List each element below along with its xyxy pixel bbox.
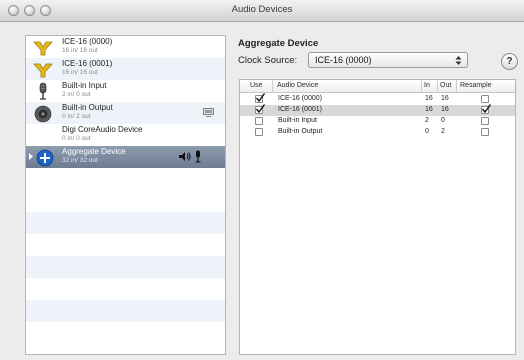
device-name: Aggregate Device [62, 147, 126, 156]
out-count: 16 [441, 106, 449, 113]
column-divider [456, 80, 457, 93]
table-row[interactable]: Built-in Output 0 2 [240, 127, 515, 138]
audio-device-name: ICE-16 (0001) [278, 106, 322, 113]
device-io-count: 2 in/ 0 out [62, 91, 91, 98]
column-header-resample[interactable]: Resample [460, 82, 492, 89]
default-output-speaker-icon [179, 152, 191, 161]
column-header-out[interactable]: Out [440, 82, 451, 89]
out-count: 2 [441, 128, 445, 135]
microphone-icon [39, 82, 47, 100]
in-count: 16 [425, 106, 433, 113]
device-name: Built-in Output [62, 103, 113, 112]
device-row-digi-coreaudio[interactable]: Digi CoreAudio Device 0 in/ 0 out [26, 124, 225, 146]
list-stripe [26, 256, 225, 278]
checkmark-icon [481, 104, 491, 114]
device-io-count: 16 in/ 16 out [62, 47, 98, 54]
in-count: 0 [425, 128, 429, 135]
out-count: 0 [441, 117, 445, 124]
device-row-ice16-0000[interactable]: ICE-16 (0000) 16 in/ 16 out [26, 36, 225, 58]
column-divider [437, 80, 438, 93]
device-io-count: 16 in/ 16 out [62, 69, 98, 76]
resample-checkbox[interactable] [481, 95, 489, 103]
use-checkbox[interactable] [255, 104, 265, 114]
column-divider [421, 80, 422, 93]
in-count: 16 [425, 95, 433, 102]
device-row-ice16-0001[interactable]: ICE-16 (0001) 16 in/ 16 out [26, 58, 225, 80]
column-header-in[interactable]: In [424, 82, 430, 89]
table-header: Use Audio Device In Out Resample [240, 80, 515, 93]
use-checkbox[interactable] [255, 117, 263, 125]
use-checkbox[interactable] [255, 93, 265, 103]
resample-checkbox[interactable] [481, 117, 489, 125]
audio-device-name: Built-in Output [278, 128, 323, 135]
device-list[interactable]: ICE-16 (0000) 16 in/ 16 out ICE-16 (0001… [25, 35, 226, 355]
column-divider [272, 80, 273, 93]
use-checkbox[interactable] [255, 128, 263, 136]
device-name: ICE-16 (0000) [62, 37, 113, 46]
audio-device-name: ICE-16 (0000) [278, 95, 322, 102]
device-row-builtin-input[interactable]: Built-in Input 2 in/ 0 out [26, 80, 225, 102]
device-io-count: 32 in/ 32 out [62, 157, 98, 164]
title-bar: Audio Devices [0, 0, 524, 22]
aggregate-device-title: Aggregate Device [238, 38, 319, 49]
default-input-microphone-icon [195, 150, 201, 163]
aggregate-plus-icon [36, 149, 54, 167]
table-row[interactable]: ICE-16 (0000) 16 16 [240, 93, 515, 105]
device-row-aggregate[interactable]: Aggregate Device 32 in/ 32 out [26, 146, 225, 168]
updown-arrows-icon [455, 56, 462, 65]
speaker-device-icon [34, 105, 52, 123]
device-io-count: 0 in/ 2 out [62, 113, 91, 120]
column-header-use[interactable]: Use [250, 82, 262, 89]
column-header-audio-device[interactable]: Audio Device [277, 82, 318, 89]
resample-checkbox[interactable] [481, 128, 489, 136]
subdevice-table: Use Audio Device In Out Resample ICE-16 … [239, 79, 516, 355]
display-output-icon [203, 108, 214, 117]
device-name: Digi CoreAudio Device [62, 125, 143, 134]
list-stripe [26, 300, 225, 322]
ice-device-icon [33, 63, 53, 78]
table-row[interactable]: ICE-16 (0001) 16 16 [240, 104, 515, 116]
device-name: Built-in Input [62, 81, 107, 90]
device-io-count: 0 in/ 0 out [62, 135, 91, 142]
in-count: 2 [425, 117, 429, 124]
clock-source-label: Clock Source: [238, 55, 298, 66]
help-button[interactable]: ? [501, 53, 518, 70]
clock-source-select[interactable]: ICE-16 (0000) [308, 52, 468, 68]
device-name: ICE-16 (0001) [62, 59, 113, 68]
checkmark-icon [255, 104, 265, 114]
out-count: 16 [441, 95, 449, 102]
clock-source-value: ICE-16 (0000) [315, 55, 372, 65]
list-stripe [26, 212, 225, 234]
ice-device-icon [33, 41, 53, 56]
table-row[interactable]: Built-in Input 2 0 [240, 116, 515, 127]
window-title: Audio Devices [231, 4, 293, 15]
device-row-builtin-output[interactable]: Built-in Output 0 in/ 2 out [26, 102, 225, 124]
resample-checkbox[interactable] [481, 104, 491, 114]
checkmark-icon [255, 93, 265, 103]
audio-device-name: Built-in Input [278, 117, 317, 124]
